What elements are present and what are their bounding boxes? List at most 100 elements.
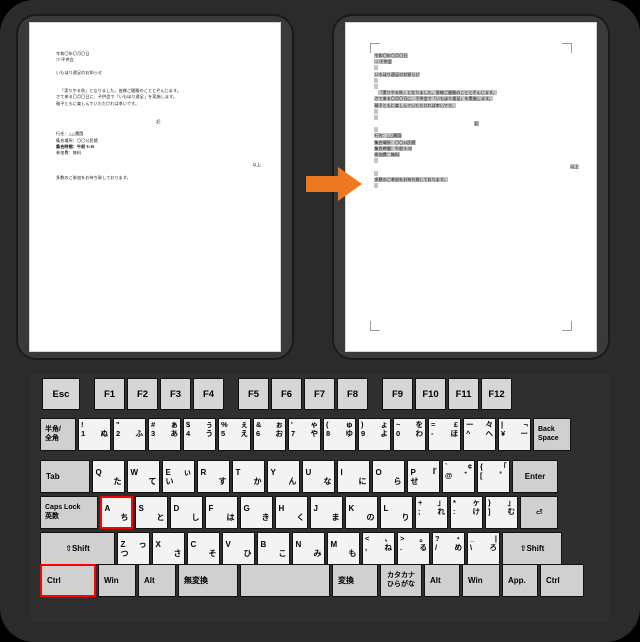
crop-mark-bottom-right [562,321,572,331]
key-capslock[interactable]: Caps Lock 英数 [40,496,98,529]
key-esc[interactable]: Esc [42,378,80,410]
doc-line [374,182,579,189]
key-:[interactable]: * ヶ: け [450,496,483,529]
key-q[interactable]: Qた [92,460,125,493]
key-p[interactable]: P 『せ [407,460,440,493]
key-space[interactable] [240,564,330,597]
key-legend-kana: い [165,476,174,486]
key-f8[interactable]: F8 [337,378,368,410]
key-0[interactable]: ~ を 0 わ [393,418,426,451]
key-b[interactable]: Bこ [257,532,290,565]
key-r[interactable]: Rす [197,460,230,493]
key-i[interactable]: Iに [337,460,370,493]
key-k[interactable]: Kの [345,496,378,529]
key-u[interactable]: Uな [302,460,335,493]
key-n[interactable]: Nみ [292,532,325,565]
key-legend-letter: D [173,503,180,513]
key-f10[interactable]: F10 [415,378,446,410]
key-1[interactable]: ! 1 ぬ [78,418,111,451]
key-f7[interactable]: F7 [304,378,335,410]
key-legend: 変換 [338,576,354,585]
key-m[interactable]: Mも [327,532,360,565]
key-legend: F12 [488,388,505,400]
key-,[interactable]: < 、, ね [362,532,395,565]
key-w[interactable]: Wて [127,460,160,493]
key-h[interactable]: Hく [275,496,308,529]
key-e[interactable]: Eぃい [162,460,195,493]
doc-line-text: 令和〇年〇月〇日 [56,51,90,56]
key-[[interactable]: {「 [゜ [477,460,510,493]
key-d[interactable]: Dし [170,496,203,529]
key-legend-kana: に [358,476,367,486]
key-app[interactable]: App. [502,564,538,597]
key-\[interactable]: _ | \ ろ [467,532,500,565]
key-enter[interactable]: Enter [512,460,558,493]
key-f[interactable]: Fは [205,496,238,529]
key-g[interactable]: Gき [240,496,273,529]
key-;[interactable]: + 」; れ [415,496,448,529]
doc-line-text [56,169,57,174]
key-l[interactable]: Lり [380,496,413,529]
key-o[interactable]: Oら [372,460,405,493]
key-alt[interactable]: Alt [424,564,460,597]
key-j[interactable]: Jま [310,496,343,529]
key-f4[interactable]: F4 [193,378,224,410]
key-legend-letter: L [383,503,389,513]
key-4[interactable]: $ ぅ 4 う [183,418,216,451]
key-z[interactable]: Zっつ [117,532,150,565]
key-6[interactable]: & ぉ 6 お [253,418,286,451]
key-ctrl[interactable]: Ctrl [540,564,584,597]
key-/[interactable]: ? ・ / め [432,532,465,565]
key-[interactable]: カタカナ ひらがな [380,564,422,597]
key-5[interactable]: % ぇ 5 え [218,418,251,451]
key-¥[interactable]: | ¬ ¥ ー [498,418,531,451]
key-shift[interactable]: ⇧Shift [502,532,562,565]
key-x[interactable]: Xさ [152,532,185,565]
key-[interactable]: 無変換 [178,564,238,597]
key-7[interactable]: ' ゃ 7 や [288,418,321,451]
key-legend-letter: Zっ [121,540,147,549]
key-f2[interactable]: F2 [127,378,158,410]
key-2[interactable]: " 2 ふ [113,418,146,451]
key-f12[interactable]: F12 [481,378,512,410]
key-[interactable]: 変換 [332,564,378,597]
key-a[interactable]: Aち [100,496,133,529]
key-legend-kana: そ [208,548,217,558]
key-3[interactable]: # ぁ 3 あ [148,418,181,451]
key-legend: Esc [52,388,70,400]
key-[interactable]: 半角/全角 [40,418,76,451]
key--[interactable]: = £ - ほ [428,418,461,451]
key-@[interactable]: ` ¢ @ ゛ [442,460,475,493]
key-legend-bottom-left: : [453,507,456,516]
key-][interactable]: } 」] む [485,496,518,529]
key-shift[interactable]: ⇧Shift [40,532,115,565]
key-9[interactable]: ) ょ 9 よ [358,418,391,451]
key-^[interactable]: ー 々 ^ へ [463,418,496,451]
key-tab[interactable]: Tab [40,460,90,493]
key-back[interactable]: Back Space [533,418,571,451]
key-t[interactable]: Tか [232,460,265,493]
key-win[interactable]: Win [462,564,500,597]
key-f5[interactable]: F5 [238,378,269,410]
key-v[interactable]: Vひ [222,532,255,565]
before-document-page[interactable]: 令和〇年〇月〇日 □□子供会 いもほり遠足のお知らせ 「実りやる秋」となりました。… [30,23,280,351]
keyboard-row-bottom: Ctrl Win Alt 無変換 変換 カタカナ ひらがな Alt Win App. Ctrl [40,564,586,597]
key-legend-kana: し [191,512,200,522]
key-.[interactable]: > 。. る [397,532,430,565]
key-s[interactable]: Sと [135,496,168,529]
key-8[interactable]: (ゅ 8 ゆ [323,418,356,451]
key-win[interactable]: Win [98,564,136,597]
key-alt[interactable]: Alt [138,564,176,597]
key-f11[interactable]: F11 [448,378,479,410]
key-y[interactable]: Yん [267,460,300,493]
key-legend-line1: カタカナ [387,572,415,579]
key-f3[interactable]: F3 [160,378,191,410]
key-ctrl[interactable]: Ctrl [40,564,96,597]
key-c[interactable]: Cそ [187,532,220,565]
after-document-page[interactable]: 令和〇年〇月〇日 □□子供会 いもほり遠足のお知らせ 「実りやる秋」となりました。… [346,23,596,351]
key-[interactable]: ⏎ [520,496,558,529]
doc-line-text [56,63,57,68]
key-f6[interactable]: F6 [271,378,302,410]
key-f9[interactable]: F9 [382,378,413,410]
key-f1[interactable]: F1 [94,378,125,410]
